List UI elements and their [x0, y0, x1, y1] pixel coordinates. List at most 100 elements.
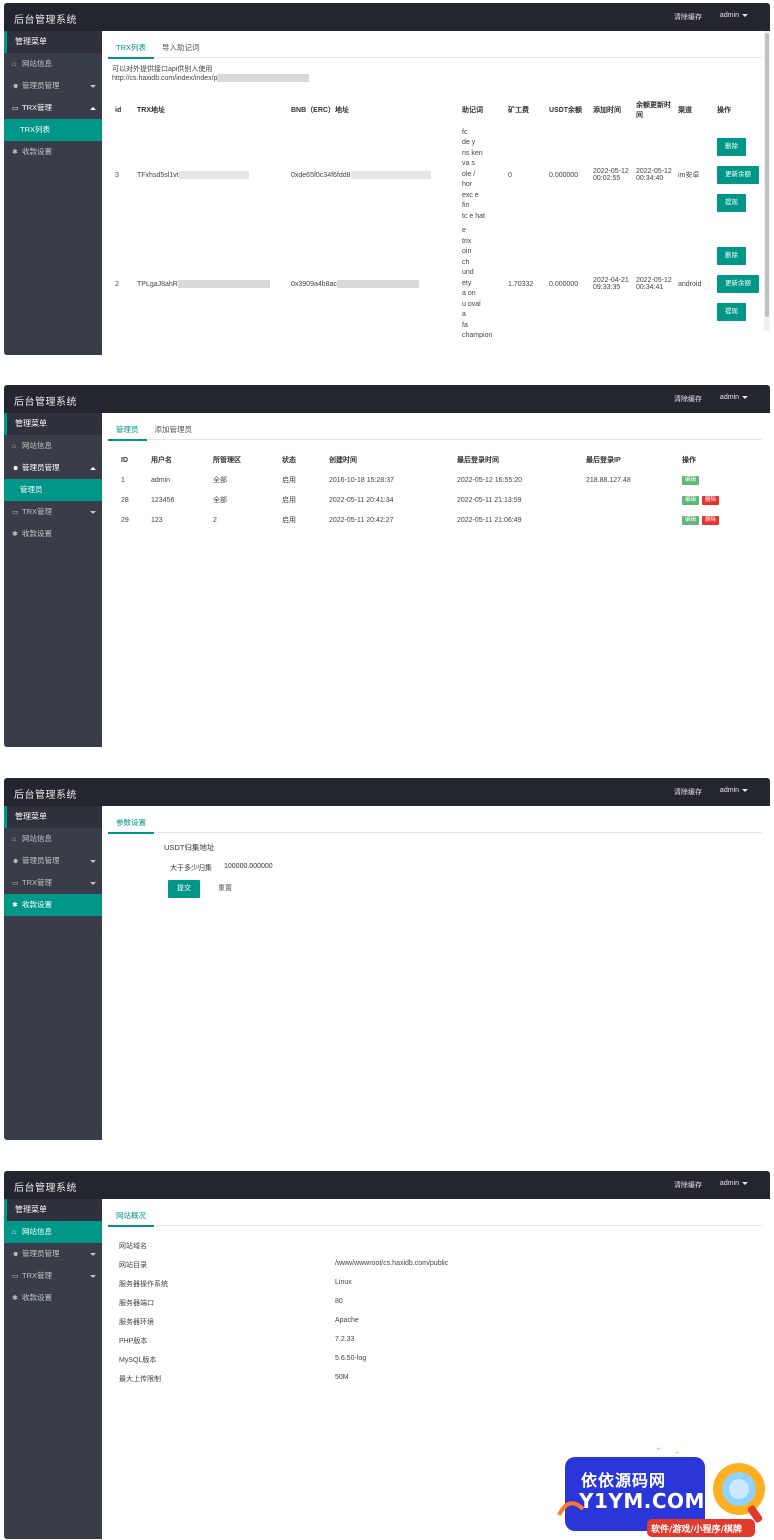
- user-menu[interactable]: admin: [720, 394, 748, 401]
- mnemonic-word: ris ken: [462, 149, 483, 157]
- sidebar-item-trx-list[interactable]: TRX列表: [4, 119, 102, 141]
- delete-button[interactable]: 删除: [717, 138, 746, 156]
- tab-import-mnemonic[interactable]: 导入助记词: [154, 39, 208, 57]
- chevron-down-icon: [742, 1181, 748, 1185]
- cell-added: 2022-04-21 09:33:35: [593, 277, 629, 291]
- cell-id: 28: [121, 496, 129, 504]
- svg-text:+: +: [675, 1450, 679, 1457]
- delete-button[interactable]: 删除: [717, 247, 746, 265]
- cell-mnemonic: fc de y ris ken va s ole / hor exc e fin…: [461, 125, 507, 225]
- sidebar-item-trx-mgmt[interactable]: ▭ TRX管理: [4, 501, 102, 523]
- top-header: 后台管理系统 清除缓存 admin: [4, 385, 770, 413]
- cell-trx-address: TPLgaJ8ahR: [136, 225, 290, 343]
- update-balance-button[interactable]: 更新余额: [717, 166, 759, 184]
- delete-button[interactable]: 删除: [702, 495, 720, 505]
- sidebar-item-site-info[interactable]: ⌂ 网站信息: [4, 828, 102, 850]
- sidebar: 管理菜单 ⌂ 网站信息 ☻ 管理员管理 ▭ TRX管理 ✱ 收款设置: [4, 806, 102, 1140]
- withdraw-button[interactable]: 提现: [717, 303, 746, 321]
- info-value: 80: [335, 1298, 343, 1305]
- user-menu[interactable]: admin: [720, 12, 748, 19]
- clear-cache-link[interactable]: 清除缓存: [674, 12, 702, 22]
- sidebar-item-admin-mgmt[interactable]: ☻ 管理员管理: [4, 75, 102, 97]
- mnemonic-word: fa: [462, 321, 468, 329]
- col-header: 矿工费: [508, 107, 529, 114]
- tab-params[interactable]: 参数设置: [108, 814, 154, 834]
- sidebar-item-site-info[interactable]: ⌂ 网站信息: [4, 435, 102, 457]
- user-name: admin: [719, 394, 739, 401]
- user-menu[interactable]: admin: [720, 787, 748, 794]
- sidebar-item-label: 网站信息: [22, 834, 52, 843]
- mnemonic-word: de y: [462, 139, 476, 147]
- sidebar-item-admin-mgmt[interactable]: ☻ 管理员管理: [4, 457, 102, 479]
- app-title: 后台管理系统: [14, 397, 77, 408]
- sidebar-item-collect[interactable]: ✱ 收款设置: [4, 1287, 102, 1309]
- col-header: ID: [121, 456, 128, 464]
- mnemonic-word: ety: [462, 279, 472, 287]
- update-balance-button[interactable]: 更新余额: [717, 275, 759, 293]
- col-header: USDT余额: [549, 107, 583, 114]
- top-header: 后台管理系统 清除缓存 admin: [4, 778, 770, 806]
- tab-site-overview[interactable]: 网站概况: [108, 1207, 154, 1227]
- sidebar-item-site-info[interactable]: ⌂ 网站信息: [4, 1221, 102, 1243]
- info-value: 7.2.33: [335, 1336, 355, 1343]
- edit-button[interactable]: 编辑: [682, 495, 700, 505]
- col-header: 创建时间: [329, 457, 357, 464]
- cell-mnemonic: e trix oin ch und ety a on u oval a fa c…: [461, 225, 507, 343]
- top-header: 后台管理系统 清除缓存 admin: [4, 1171, 770, 1199]
- scrollbar[interactable]: [764, 31, 770, 331]
- threshold-input[interactable]: 100000.000000: [224, 863, 273, 870]
- mnemonic-word: fc: [462, 128, 468, 136]
- sidebar-item-label: 网站信息: [22, 441, 52, 450]
- clear-cache-link[interactable]: 清除缓存: [674, 787, 702, 797]
- submit-button[interactable]: 提交: [168, 880, 200, 898]
- scrollbar-thumb[interactable]: [765, 33, 769, 317]
- mnemonic-word: oin: [462, 248, 472, 256]
- screen-trx-list: 后台管理系统 清除缓存 admin 管理菜单 ⌂ 网站信息 ☻ 管理员管理 ▭ TRX…: [4, 3, 770, 355]
- user-menu[interactable]: admin: [720, 1180, 748, 1187]
- mnemonic-word: ole /: [462, 170, 476, 178]
- sidebar-item-admin-mgmt[interactable]: ☻ 管理员管理: [4, 850, 102, 872]
- tab-trx-list[interactable]: TRX列表: [108, 39, 154, 59]
- col-header: 助记词: [462, 107, 483, 114]
- watermark-line1: 依依源码网: [581, 1471, 667, 1490]
- cell-actions: 编辑 删除: [681, 490, 740, 510]
- tab-admins[interactable]: 管理员: [108, 421, 147, 441]
- user-name: admin: [719, 12, 739, 19]
- cell-bnb-address: 0x3909a4b8ac: [290, 225, 461, 343]
- tab-bar: TRX列表 导入助记词: [108, 39, 762, 59]
- edit-button[interactable]: 编辑: [682, 515, 700, 525]
- cell-id: 2: [115, 280, 119, 288]
- cell-actions: 编辑: [681, 470, 740, 490]
- sidebar-item-collect[interactable]: ✱ 收款设置: [4, 894, 102, 916]
- chevron-down-icon: [742, 788, 748, 792]
- info-label: MySQL版本: [119, 1357, 157, 1364]
- trx-address: TFxhsd5sl1vt: [137, 171, 179, 179]
- sidebar-item-admins[interactable]: 管理员: [4, 479, 102, 501]
- clear-cache-link[interactable]: 清除缓存: [674, 1180, 702, 1190]
- sidebar-item-admin-mgmt[interactable]: ☻ 管理员管理: [4, 1243, 102, 1265]
- sidebar-item-trx-mgmt[interactable]: ▭ TRX管理: [4, 872, 102, 894]
- sidebar-item-collect[interactable]: ✱ 收款设置: [4, 523, 102, 545]
- app-title: 后台管理系统: [14, 15, 77, 26]
- mnemonic-word: fin: [462, 202, 470, 210]
- table-row: 3 TFxhsd5sl1vt 0xde65f0c34f6fdd8 fc de y…: [114, 125, 762, 225]
- edit-button[interactable]: 编辑: [682, 475, 700, 485]
- notice-url-line: http://cs.haxidb.com/index/index/p: [112, 74, 310, 83]
- col-header: 余额更新时间: [636, 102, 671, 119]
- home-icon: ⌂: [12, 61, 17, 68]
- cell-usdt: 0.000000: [549, 171, 579, 179]
- sidebar-item-site-info[interactable]: ⌂ 网站信息: [4, 53, 102, 75]
- mnemonic-word: exc e: [462, 191, 479, 199]
- tab-add-admin[interactable]: 添加管理员: [147, 421, 201, 439]
- info-label: 最大上传限制: [119, 1376, 161, 1383]
- reset-button[interactable]: 重置: [210, 880, 240, 898]
- withdraw-button[interactable]: 提现: [717, 194, 746, 212]
- sidebar-item-collect[interactable]: ✱ 收款设置: [4, 141, 102, 163]
- sidebar-item-trx-mgmt[interactable]: ▭ TRX管理: [4, 1265, 102, 1287]
- cell-bnb-address: 0xde65f0c34f6fdd8: [290, 125, 461, 225]
- menu-title: 管理菜单: [4, 31, 102, 53]
- delete-button[interactable]: 删除: [702, 515, 720, 525]
- clear-cache-link[interactable]: 清除缓存: [674, 394, 702, 404]
- sidebar-item-trx-mgmt[interactable]: ▭ TRX管理: [4, 97, 102, 119]
- user-name: admin: [719, 787, 739, 794]
